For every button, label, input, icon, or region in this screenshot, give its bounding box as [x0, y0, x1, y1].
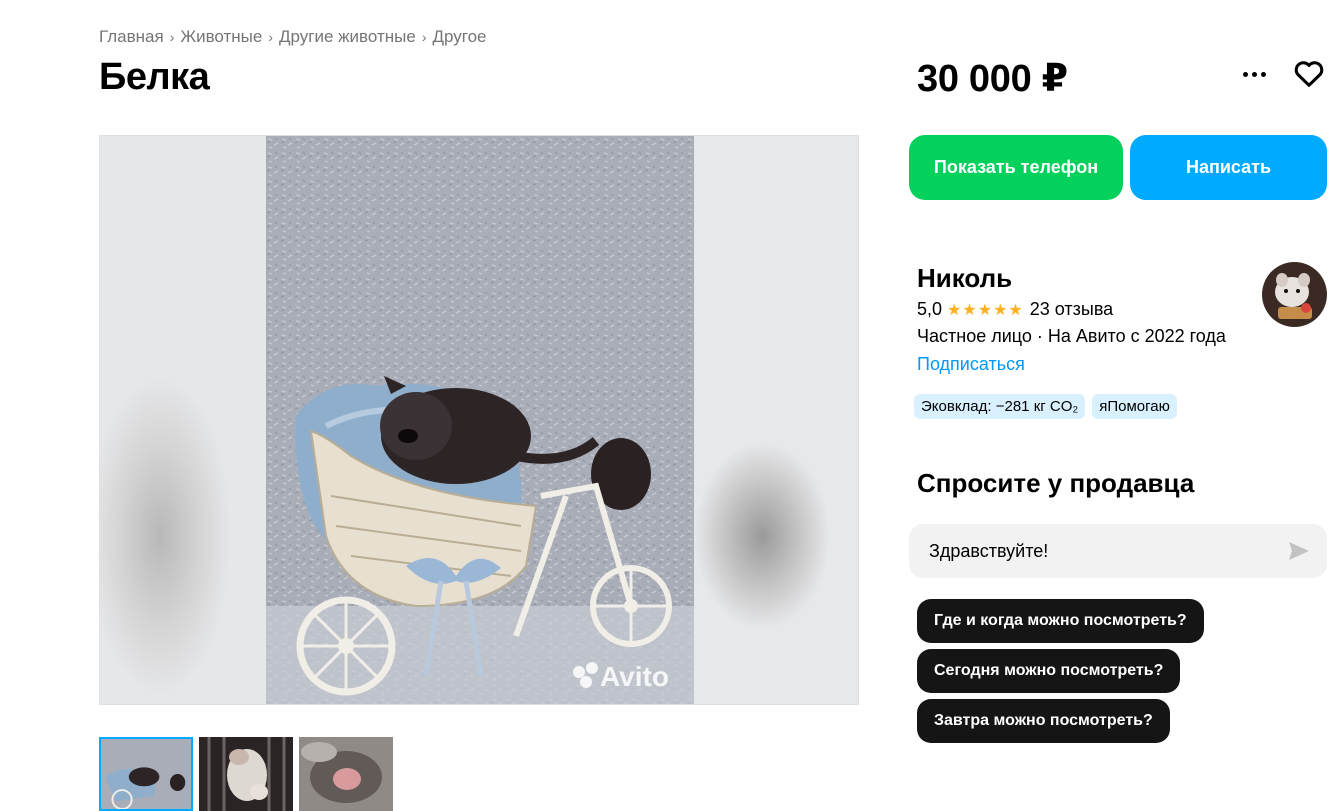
- dot: [1260, 71, 1266, 77]
- breadcrumb-animals[interactable]: Животные: [180, 27, 262, 47]
- main-photo-image: Avito: [266, 136, 694, 704]
- ask-seller-title: Спросите у продавца: [917, 468, 1195, 498]
- seller-type: Частное лицо · На Авито с 2022 года: [917, 326, 1226, 346]
- seller-badges: Эковклад: −281 кг CO₂ яПомогаю: [914, 394, 1177, 419]
- avatar[interactable]: [1262, 262, 1327, 327]
- eco-badge[interactable]: Эковклад: −281 кг CO₂: [914, 394, 1086, 419]
- dot: [1251, 71, 1257, 77]
- breadcrumb: Главная › Животные › Другие животные › Д…: [99, 27, 487, 47]
- help-badge[interactable]: яПомогаю: [1092, 394, 1177, 419]
- thumbnail-image: [299, 737, 393, 811]
- message-box: [909, 524, 1327, 578]
- gallery-blur-left: [100, 136, 266, 704]
- quick-question-where-when[interactable]: Где и когда можно посмотреть?: [917, 599, 1204, 643]
- breadcrumb-separator: ›: [421, 29, 427, 45]
- message-input[interactable]: [929, 524, 1269, 578]
- subscribe-link[interactable]: Подписаться: [917, 354, 1025, 375]
- rating-value: 5,0: [917, 299, 943, 319]
- listing-title: Белка: [99, 56, 210, 98]
- write-message-button[interactable]: Написать: [1130, 135, 1327, 200]
- breadcrumb-separator: ›: [268, 29, 274, 45]
- send-icon[interactable]: [1287, 539, 1311, 563]
- main-photo[interactable]: Avito: [266, 136, 694, 704]
- breadcrumb-other-animals[interactable]: Другие животные: [279, 27, 416, 47]
- rating-stars: ★★★★★: [947, 301, 1024, 319]
- thumbnail-1[interactable]: [99, 737, 193, 811]
- seller-rating: 5,0 ★★★★★ 23 отзыва: [917, 299, 1113, 320]
- quick-question-tomorrow[interactable]: Завтра можно посмотреть?: [917, 699, 1170, 743]
- photo-gallery[interactable]: Avito: [99, 135, 859, 705]
- quick-questions: Где и когда можно посмотреть? Сегодня мо…: [917, 599, 1204, 743]
- avito-watermark: Avito: [600, 661, 669, 692]
- price: 30 000 ₽: [917, 58, 1068, 100]
- quick-question-today[interactable]: Сегодня можно посмотреть?: [917, 649, 1181, 693]
- avatar-image: [1262, 262, 1327, 327]
- thumbnail-image: [101, 739, 191, 809]
- breadcrumb-separator: ›: [169, 29, 175, 45]
- seller-name[interactable]: Николь: [917, 263, 1012, 294]
- reviews-link[interactable]: 23 отзыва: [1030, 299, 1113, 320]
- thumbnail-strip: [99, 737, 393, 811]
- thumbnail-2[interactable]: [199, 737, 293, 811]
- more-horizontal-icon[interactable]: [1239, 62, 1269, 86]
- breadcrumb-home[interactable]: Главная: [99, 27, 164, 47]
- show-phone-button[interactable]: Показать телефон: [909, 135, 1123, 200]
- breadcrumb-other[interactable]: Другое: [433, 27, 487, 47]
- gallery-blur-right: [692, 136, 858, 704]
- heart-icon[interactable]: [1292, 58, 1326, 90]
- dot: [1242, 71, 1248, 77]
- thumbnail-3[interactable]: [299, 737, 393, 811]
- thumbnail-image: [199, 737, 293, 811]
